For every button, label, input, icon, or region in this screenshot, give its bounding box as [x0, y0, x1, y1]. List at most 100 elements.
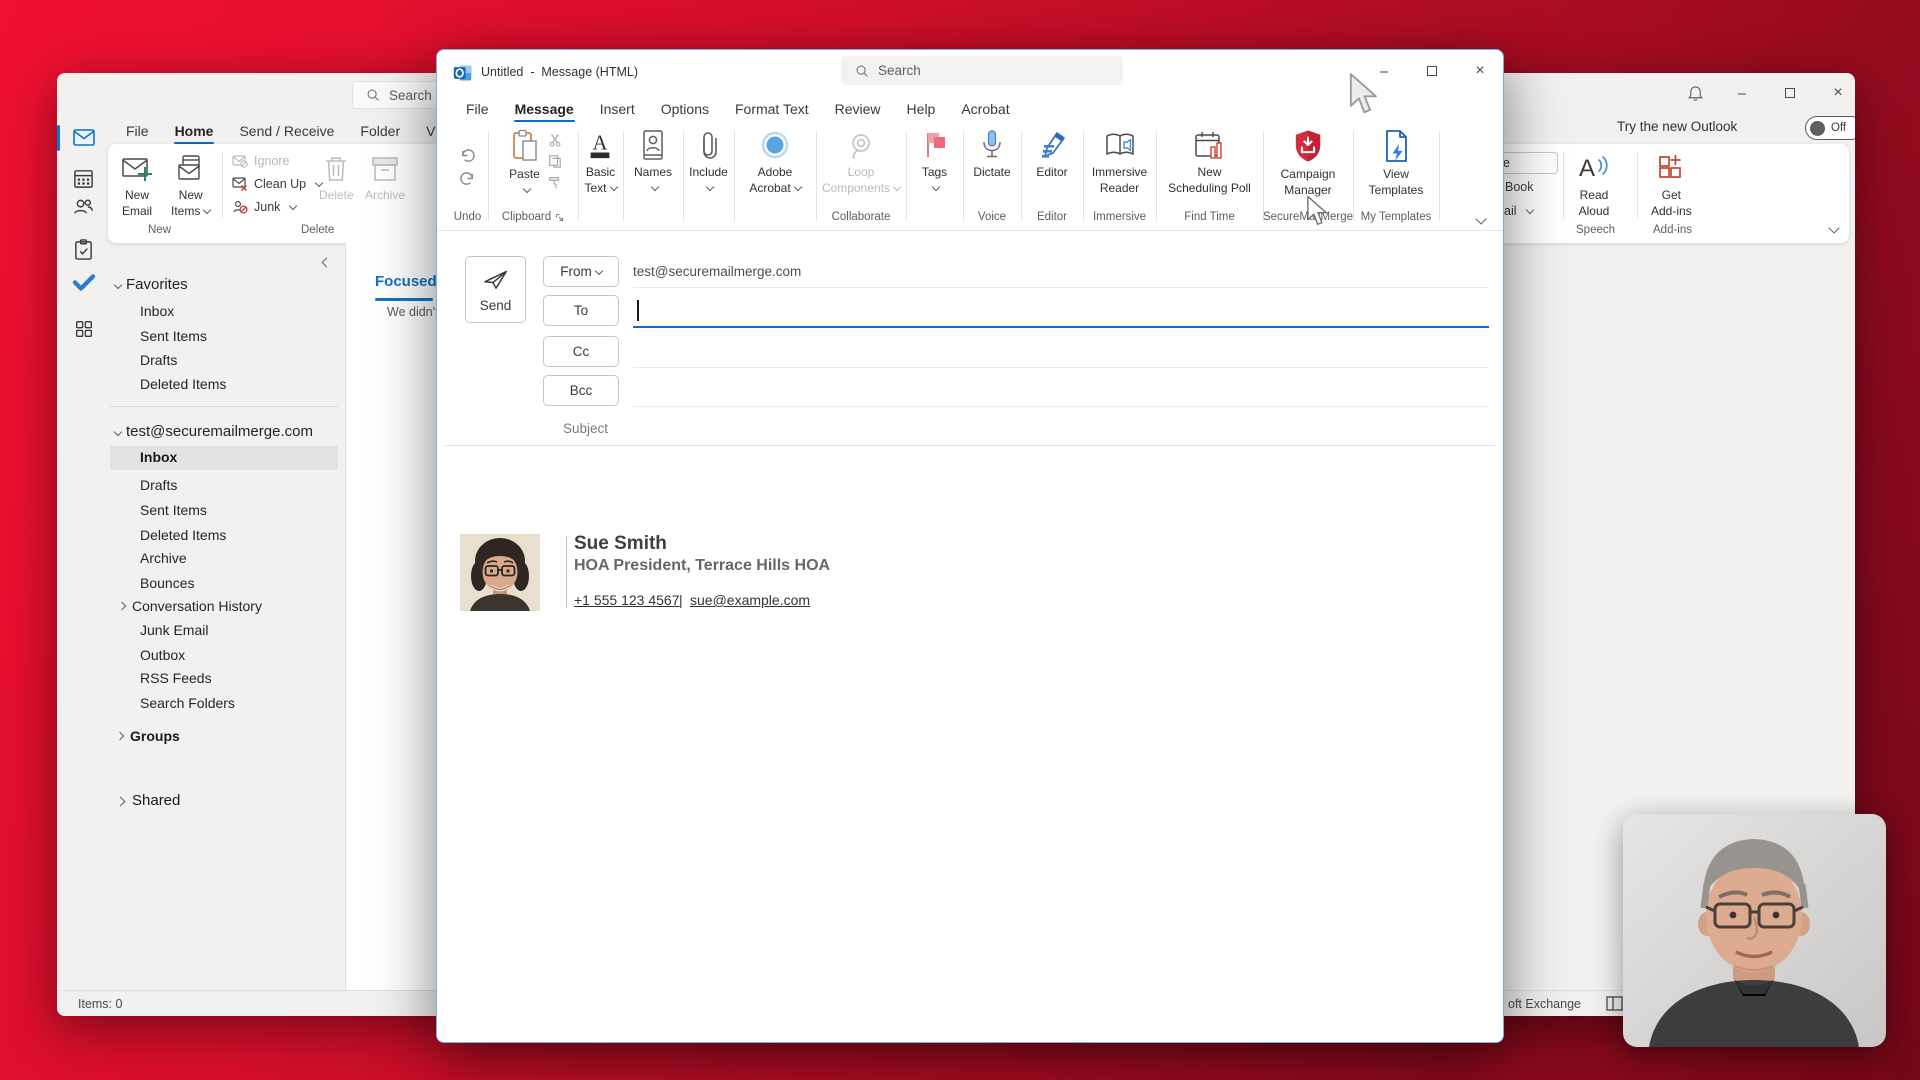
ribbon-group-immersive: Immersive Reader Immersive: [1083, 123, 1156, 229]
message-body[interactable]: Sue Smith HOA President, Terrace Hills H…: [437, 446, 1503, 1042]
tags-button[interactable]: Tags: [916, 127, 954, 198]
ignore-button[interactable]: Ignore: [232, 154, 289, 168]
sidebar-item-deleted[interactable]: Deleted Items: [140, 527, 226, 543]
calendar-nav-icon[interactable]: [72, 167, 95, 190]
sidebar-item-fav-inbox[interactable]: Inbox: [140, 303, 174, 319]
sidebar-item-junk[interactable]: Junk Email: [140, 622, 208, 638]
sidebar-item-rss[interactable]: RSS Feeds: [140, 670, 212, 686]
more-apps-icon[interactable]: [73, 318, 95, 340]
templates-document-icon: [1382, 129, 1410, 163]
clipboard-dialog-launcher-icon[interactable]: [555, 213, 564, 222]
new-email-button[interactable]: New Email: [116, 152, 158, 221]
expand-shared-icon[interactable]: [115, 796, 126, 807]
filter-email-fragment[interactable]: ail: [1504, 204, 1534, 218]
tab-file[interactable]: File: [453, 95, 502, 122]
address-book-fragment[interactable]: Book: [1505, 180, 1534, 194]
notifications-bell-icon[interactable]: [1673, 78, 1717, 108]
tab-folder[interactable]: Folder: [347, 117, 413, 144]
signature-phone-link[interactable]: +1 555 123 4567: [574, 592, 680, 608]
sidebar-item-fav-deleted[interactable]: Deleted Items: [140, 376, 226, 392]
include-button[interactable]: Include: [684, 127, 733, 198]
dictate-button[interactable]: Dictate: [968, 127, 1015, 183]
view-templates-button[interactable]: View Templates: [1364, 127, 1429, 200]
subject-field[interactable]: [633, 415, 1489, 443]
names-button[interactable]: Names: [629, 127, 677, 198]
get-addins-button[interactable]: Get Add-ins: [1646, 150, 1697, 221]
copy-icon[interactable]: [548, 154, 562, 168]
read-aloud-button[interactable]: A Read Aloud: [1572, 150, 1616, 221]
delete-button[interactable]: Delete: [314, 152, 359, 206]
sidebar-item-shared[interactable]: Shared: [132, 792, 180, 809]
sidebar-item-bounces[interactable]: Bounces: [140, 575, 194, 591]
mail-nav-icon[interactable]: [72, 125, 96, 149]
editor-button[interactable]: Editor: [1031, 127, 1073, 183]
tab-file[interactable]: File: [113, 117, 162, 144]
reading-pane-layout-icon[interactable]: [1606, 996, 1623, 1011]
to-field[interactable]: [633, 295, 1489, 326]
sidebar-item-sent[interactable]: Sent Items: [140, 502, 207, 518]
todo-nav-icon[interactable]: [72, 270, 96, 294]
redo-button[interactable]: [459, 171, 476, 186]
cc-field[interactable]: [633, 336, 1489, 367]
tasks-nav-icon[interactable]: [73, 238, 94, 261]
cc-button[interactable]: Cc: [543, 336, 619, 367]
minimize-button[interactable]: –: [1720, 78, 1764, 108]
tab-help[interactable]: Help: [894, 95, 949, 122]
loop-components-button[interactable]: Loop Components: [817, 127, 905, 198]
to-button[interactable]: To: [543, 295, 619, 326]
expand-groups-icon[interactable]: [115, 731, 125, 741]
tab-insert[interactable]: Insert: [587, 95, 648, 122]
signature-email-link[interactable]: sue@example.com: [690, 592, 810, 608]
adobe-acrobat-button[interactable]: Adobe Acrobat: [744, 127, 805, 198]
sidebar-item-fav-sent[interactable]: Sent Items: [140, 328, 207, 344]
sidebar-item-drafts[interactable]: Drafts: [140, 477, 177, 493]
close-button[interactable]: ×: [1458, 56, 1502, 86]
try-new-outlook-toggle[interactable]: Off: [1805, 116, 1855, 140]
campaign-manager-button[interactable]: Campaign Manager: [1276, 127, 1341, 200]
sidebar-item-outbox[interactable]: Outbox: [140, 647, 185, 663]
people-nav-icon[interactable]: [72, 195, 95, 218]
favorites-header[interactable]: Favorites: [113, 276, 188, 293]
undo-button[interactable]: [459, 148, 476, 163]
sidebar-item-fav-drafts[interactable]: Drafts: [140, 352, 177, 368]
junk-button[interactable]: Junk: [232, 200, 298, 214]
maximize-button[interactable]: [1410, 56, 1454, 86]
format-painter-icon[interactable]: [548, 175, 562, 189]
basic-text-button[interactable]: A Basic Text: [579, 127, 621, 198]
search-placeholder: Search: [878, 63, 921, 78]
tab-review[interactable]: Review: [822, 95, 894, 122]
bcc-field[interactable]: [633, 375, 1489, 406]
send-button[interactable]: Send: [465, 256, 526, 323]
account-header[interactable]: test@securemailmerge.com: [113, 423, 313, 440]
bcc-button[interactable]: Bcc: [543, 375, 619, 406]
sidebar-item-archive[interactable]: Archive: [140, 550, 187, 566]
sidebar-item-groups[interactable]: Groups: [130, 728, 180, 744]
cut-icon[interactable]: [548, 133, 562, 147]
expand-conversation-history-icon[interactable]: [117, 601, 127, 611]
collapse-folder-pane-icon[interactable]: [321, 257, 332, 268]
svg-text:A: A: [593, 133, 608, 155]
sidebar-item-inbox[interactable]: Inbox: [140, 449, 177, 465]
from-button[interactable]: From: [543, 256, 619, 287]
compose-search-box[interactable]: Search: [841, 56, 1123, 85]
close-button[interactable]: ×: [1816, 78, 1855, 108]
main-ribbon-tabs: File Home Send / Receive Folder View: [113, 117, 469, 144]
tab-format-text[interactable]: Format Text: [722, 95, 822, 122]
main-ribbon-collapse-chevron[interactable]: [1828, 222, 1840, 234]
focused-tab[interactable]: Focused: [375, 273, 437, 290]
maximize-button[interactable]: [1768, 78, 1812, 108]
sidebar-item-conversation-history[interactable]: Conversation History: [132, 598, 262, 614]
tab-send-receive[interactable]: Send / Receive: [226, 117, 347, 144]
new-scheduling-poll-button[interactable]: New Scheduling Poll: [1163, 127, 1256, 198]
clean-up-button[interactable]: Clean Up: [232, 177, 324, 191]
tab-options[interactable]: Options: [648, 95, 722, 122]
tab-acrobat[interactable]: Acrobat: [948, 95, 1022, 122]
archive-button[interactable]: Archive: [360, 152, 410, 206]
sidebar-item-search-folders[interactable]: Search Folders: [140, 695, 235, 711]
tab-home[interactable]: Home: [162, 117, 227, 144]
tab-message[interactable]: Message: [502, 95, 587, 122]
new-items-button[interactable]: New Items: [166, 152, 215, 221]
compose-ribbon-collapse-chevron[interactable]: [1475, 213, 1487, 225]
paste-button[interactable]: Paste: [504, 127, 545, 200]
immersive-reader-button[interactable]: Immersive Reader: [1087, 127, 1152, 198]
